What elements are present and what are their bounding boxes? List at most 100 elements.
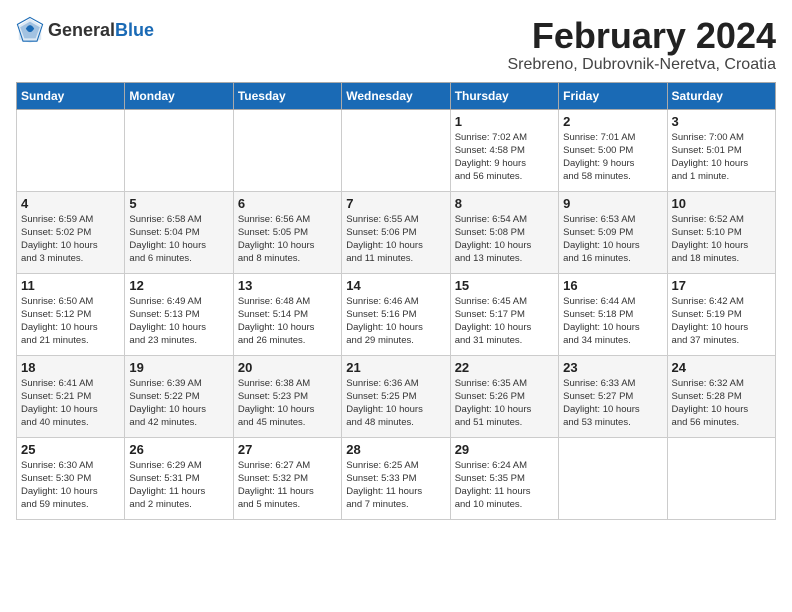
day-info: Sunrise: 6:59 AM Sunset: 5:02 PM Dayligh… (21, 213, 120, 266)
calendar-cell (17, 109, 125, 191)
logo-icon (16, 16, 44, 44)
day-info: Sunrise: 6:53 AM Sunset: 5:09 PM Dayligh… (563, 213, 662, 266)
day-number: 9 (563, 196, 662, 211)
day-info: Sunrise: 6:32 AM Sunset: 5:28 PM Dayligh… (672, 377, 771, 430)
day-info: Sunrise: 6:46 AM Sunset: 5:16 PM Dayligh… (346, 295, 445, 348)
calendar-cell: 20 Sunrise: 6:38 AM Sunset: 5:23 PM Dayli… (233, 355, 341, 437)
calendar-cell: 28Sunrise: 6:25 AM Sunset: 5:33 PM Dayli… (342, 437, 450, 519)
calendar-cell: 12Sunrise: 6:49 AM Sunset: 5:13 PM Dayli… (125, 273, 233, 355)
weekday-header-friday: Friday (559, 82, 667, 109)
day-number: 5 (129, 196, 228, 211)
logo-general: General (48, 20, 115, 40)
calendar-cell (342, 109, 450, 191)
day-number: 27 (238, 442, 337, 457)
day-info: Sunrise: 6:30 AM Sunset: 5:30 PM Dayligh… (21, 459, 120, 512)
calendar-cell: 22 Sunrise: 6:35 AM Sunset: 5:26 PM Dayli… (450, 355, 558, 437)
location-title: Srebreno, Dubrovnik-Neretva, Croatia (507, 56, 776, 74)
day-info: Sunrise: 6:27 AM Sunset: 5:32 PM Dayligh… (238, 459, 337, 512)
calendar-week-row: 18 Sunrise: 6:41 AM Sunset: 5:21 PM Dayli… (17, 355, 776, 437)
weekday-header-sunday: Sunday (17, 82, 125, 109)
weekday-header-saturday: Saturday (667, 82, 775, 109)
calendar-cell: 8 Sunrise: 6:54 AM Sunset: 5:08 PM Daylig… (450, 191, 558, 273)
day-info: Sunrise: 6:48 AM Sunset: 5:14 PM Dayligh… (238, 295, 337, 348)
calendar-cell: 15 Sunrise: 6:45 AM Sunset: 5:17 PM Dayli… (450, 273, 558, 355)
calendar-cell: 9 Sunrise: 6:53 AM Sunset: 5:09 PM Daylig… (559, 191, 667, 273)
day-number: 24 (672, 360, 771, 375)
day-number: 8 (455, 196, 554, 211)
calendar-cell: 13 Sunrise: 6:48 AM Sunset: 5:14 PM Dayli… (233, 273, 341, 355)
day-info: Sunrise: 6:44 AM Sunset: 5:18 PM Dayligh… (563, 295, 662, 348)
day-number: 2 (563, 114, 662, 129)
day-number: 13 (238, 278, 337, 293)
day-number: 12 (129, 278, 228, 293)
calendar-cell: 29Sunrise: 6:24 AM Sunset: 5:35 PM Dayli… (450, 437, 558, 519)
weekday-header-wednesday: Wednesday (342, 82, 450, 109)
calendar-cell: 27 Sunrise: 6:27 AM Sunset: 5:32 PM Dayli… (233, 437, 341, 519)
weekday-header-thursday: Thursday (450, 82, 558, 109)
calendar-cell (559, 437, 667, 519)
day-info: Sunrise: 6:24 AM Sunset: 5:35 PM Dayligh… (455, 459, 554, 512)
day-info: Sunrise: 6:25 AM Sunset: 5:33 PM Dayligh… (346, 459, 445, 512)
calendar-week-row: 1 Sunrise: 7:02 AM Sunset: 4:58 PM Daylig… (17, 109, 776, 191)
calendar-week-row: 4 Sunrise: 6:59 AM Sunset: 5:02 PM Daylig… (17, 191, 776, 273)
weekday-header-tuesday: Tuesday (233, 82, 341, 109)
calendar-cell: 19Sunrise: 6:39 AM Sunset: 5:22 PM Dayli… (125, 355, 233, 437)
title-block: February 2024 Srebreno, Dubrovnik-Neretv… (507, 16, 776, 74)
logo-text: GeneralBlue (48, 20, 154, 41)
day-number: 3 (672, 114, 771, 129)
calendar-cell: 24 Sunrise: 6:32 AM Sunset: 5:28 PM Dayli… (667, 355, 775, 437)
logo-blue-text: Blue (115, 20, 154, 40)
day-number: 6 (238, 196, 337, 211)
calendar-cell: 2 Sunrise: 7:01 AM Sunset: 5:00 PM Daylig… (559, 109, 667, 191)
weekday-header-monday: Monday (125, 82, 233, 109)
day-info: Sunrise: 6:42 AM Sunset: 5:19 PM Dayligh… (672, 295, 771, 348)
day-info: Sunrise: 6:29 AM Sunset: 5:31 PM Dayligh… (129, 459, 228, 512)
calendar-cell: 23Sunrise: 6:33 AM Sunset: 5:27 PM Dayli… (559, 355, 667, 437)
day-info: Sunrise: 6:33 AM Sunset: 5:27 PM Dayligh… (563, 377, 662, 430)
day-number: 21 (346, 360, 445, 375)
calendar-cell: 10Sunrise: 6:52 AM Sunset: 5:10 PM Dayli… (667, 191, 775, 273)
calendar-cell: 1 Sunrise: 7:02 AM Sunset: 4:58 PM Daylig… (450, 109, 558, 191)
day-info: Sunrise: 7:00 AM Sunset: 5:01 PM Dayligh… (672, 131, 771, 184)
logo: GeneralBlue (16, 16, 154, 44)
day-info: Sunrise: 6:54 AM Sunset: 5:08 PM Dayligh… (455, 213, 554, 266)
day-number: 1 (455, 114, 554, 129)
day-info: Sunrise: 7:02 AM Sunset: 4:58 PM Dayligh… (455, 131, 554, 184)
calendar-cell: 4 Sunrise: 6:59 AM Sunset: 5:02 PM Daylig… (17, 191, 125, 273)
calendar-cell: 3 Sunrise: 7:00 AM Sunset: 5:01 PM Daylig… (667, 109, 775, 191)
day-number: 15 (455, 278, 554, 293)
day-number: 14 (346, 278, 445, 293)
day-info: Sunrise: 6:55 AM Sunset: 5:06 PM Dayligh… (346, 213, 445, 266)
calendar-cell (233, 109, 341, 191)
calendar-table: SundayMondayTuesdayWednesdayThursdayFrid… (16, 82, 776, 520)
calendar-cell: 26Sunrise: 6:29 AM Sunset: 5:31 PM Dayli… (125, 437, 233, 519)
calendar-cell (125, 109, 233, 191)
day-info: Sunrise: 7:01 AM Sunset: 5:00 PM Dayligh… (563, 131, 662, 184)
day-number: 22 (455, 360, 554, 375)
day-number: 16 (563, 278, 662, 293)
day-number: 17 (672, 278, 771, 293)
day-number: 4 (21, 196, 120, 211)
day-number: 10 (672, 196, 771, 211)
day-info: Sunrise: 6:35 AM Sunset: 5:26 PM Dayligh… (455, 377, 554, 430)
calendar-cell: 18 Sunrise: 6:41 AM Sunset: 5:21 PM Dayli… (17, 355, 125, 437)
day-info: Sunrise: 6:36 AM Sunset: 5:25 PM Dayligh… (346, 377, 445, 430)
calendar-cell: 14 Sunrise: 6:46 AM Sunset: 5:16 PM Dayli… (342, 273, 450, 355)
page-header: GeneralBlue February 2024 Srebreno, Dubr… (16, 16, 776, 74)
day-number: 20 (238, 360, 337, 375)
calendar-week-row: 25 Sunrise: 6:30 AM Sunset: 5:30 PM Dayli… (17, 437, 776, 519)
day-info: Sunrise: 6:39 AM Sunset: 5:22 PM Dayligh… (129, 377, 228, 430)
calendar-cell (667, 437, 775, 519)
day-info: Sunrise: 6:41 AM Sunset: 5:21 PM Dayligh… (21, 377, 120, 430)
month-title: February 2024 (507, 16, 776, 56)
calendar-cell: 25 Sunrise: 6:30 AM Sunset: 5:30 PM Dayli… (17, 437, 125, 519)
day-number: 25 (21, 442, 120, 457)
day-info: Sunrise: 6:38 AM Sunset: 5:23 PM Dayligh… (238, 377, 337, 430)
day-info: Sunrise: 6:50 AM Sunset: 5:12 PM Dayligh… (21, 295, 120, 348)
calendar-cell: 11Sunrise: 6:50 AM Sunset: 5:12 PM Dayli… (17, 273, 125, 355)
day-number: 18 (21, 360, 120, 375)
calendar-cell: 17 Sunrise: 6:42 AM Sunset: 5:19 PM Dayli… (667, 273, 775, 355)
calendar-week-row: 11Sunrise: 6:50 AM Sunset: 5:12 PM Dayli… (17, 273, 776, 355)
calendar-cell: 7Sunrise: 6:55 AM Sunset: 5:06 PM Daylig… (342, 191, 450, 273)
day-info: Sunrise: 6:45 AM Sunset: 5:17 PM Dayligh… (455, 295, 554, 348)
